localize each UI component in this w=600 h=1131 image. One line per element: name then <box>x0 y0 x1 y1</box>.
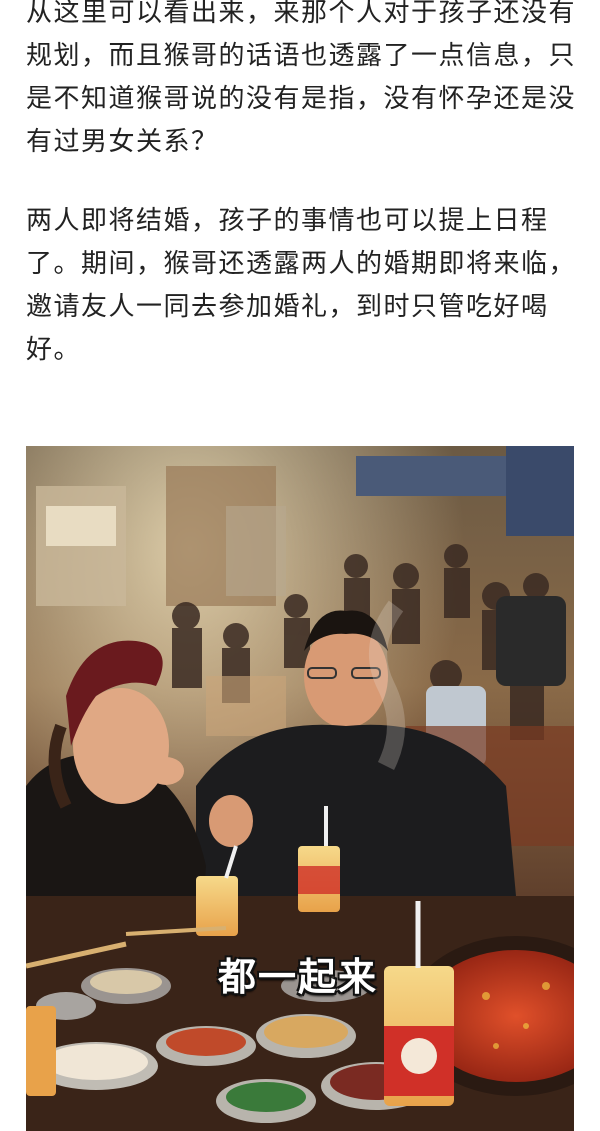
restaurant-scene-image <box>26 446 574 1131</box>
article: 从这里可以看出来，来那个人对于孩子还没有规划，而且猴哥的话语也透露了一点信息，只… <box>0 0 600 1131</box>
paragraph-1: 从这里可以看出来，来那个人对于孩子还没有规划，而且猴哥的话语也透露了一点信息，只… <box>26 0 577 157</box>
article-photo: 都一起来 <box>26 446 574 1131</box>
image-caption: 都一起来 <box>218 955 379 999</box>
paragraph-2: 两人即将结婚，孩子的事情也可以提上日程了。期间，猴哥还透露两人的婚期即将来临，邀… <box>26 206 577 365</box>
